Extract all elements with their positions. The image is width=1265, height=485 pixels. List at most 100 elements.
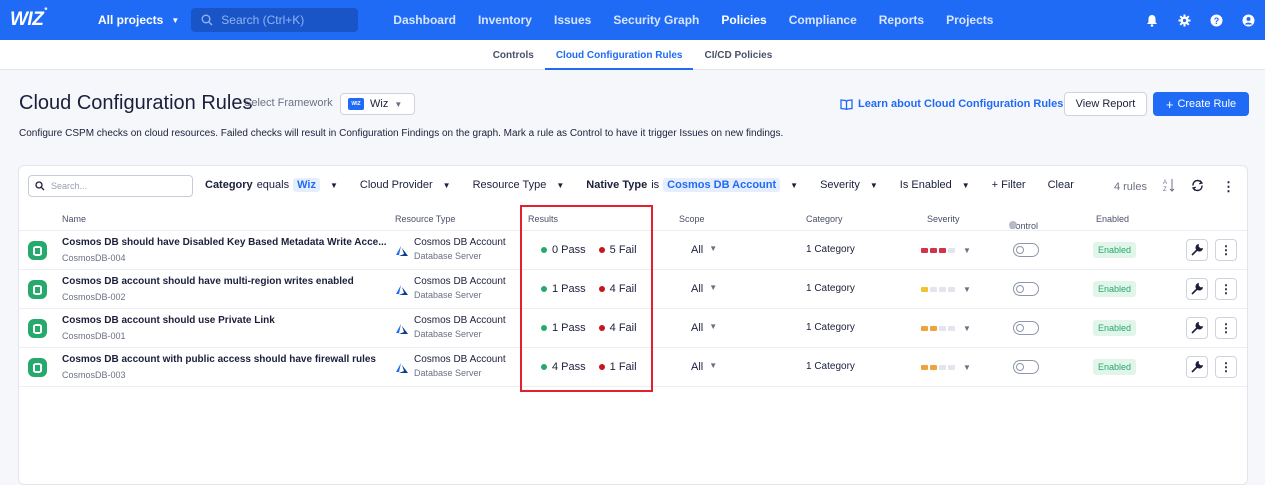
refresh-icon[interactable] [1191, 179, 1204, 195]
rule-name[interactable]: Cosmos DB account should use Private Lin… [62, 315, 275, 326]
info-icon [1009, 221, 1017, 229]
user-icon[interactable] [1241, 13, 1255, 27]
filter-bar: Search... Category equals Wiz ▼ Cloud Prov… [19, 166, 1247, 207]
add-filter-button[interactable]: + Filter [992, 179, 1048, 191]
project-label: All projects [98, 13, 164, 27]
chevron-down-icon: ▼ [394, 99, 403, 109]
search-placeholder: Search... [51, 181, 88, 191]
control-toggle[interactable] [1013, 282, 1039, 296]
nav-icons: ? [1145, 13, 1255, 27]
wrench-icon[interactable] [1186, 278, 1208, 300]
scope-dropdown[interactable]: All ▼ [691, 283, 717, 295]
wrench-icon[interactable] [1186, 239, 1208, 261]
bell-icon[interactable] [1145, 13, 1159, 27]
chevron-down-icon: ▼ [963, 246, 971, 255]
filter-category[interactable]: Category equals Wiz ▼ [205, 178, 360, 192]
tab-cicd-policies[interactable]: CI/CD Policies [693, 40, 783, 70]
severity-dropdown[interactable]: ▼ [921, 246, 971, 255]
filter-cloud-provider[interactable]: Cloud Provider ▼ [360, 179, 473, 191]
nav-compliance[interactable]: Compliance [778, 13, 868, 27]
filter-severity[interactable]: Severity ▼ [820, 179, 900, 191]
row-more-icon[interactable]: ⋮ [1215, 317, 1237, 339]
chevron-down-icon: ▼ [709, 283, 718, 292]
severity-dropdown[interactable]: ▼ [921, 324, 971, 333]
scope-dropdown[interactable]: All ▼ [691, 322, 717, 334]
row-more-icon[interactable]: ⋮ [1215, 356, 1237, 378]
col-resource-type[interactable]: Resource Type [395, 214, 455, 224]
scope-dropdown[interactable]: All ▼ [691, 361, 717, 373]
page-description: Configure CSPM checks on cloud resources… [19, 128, 784, 139]
create-rule-button[interactable]: + Create Rule [1153, 92, 1249, 116]
rule-name[interactable]: Cosmos DB account with public access sho… [62, 354, 376, 365]
database-icon [28, 358, 47, 377]
resource-type: Cosmos DB Account [414, 315, 506, 326]
subtabs: Controls Cloud Configuration Rules CI/CD… [0, 40, 1265, 70]
row-more-icon[interactable]: ⋮ [1215, 278, 1237, 300]
plus-icon: + [1165, 96, 1174, 112]
search-icon [201, 14, 213, 26]
chevron-down-icon: ▼ [963, 363, 971, 372]
project-selector[interactable]: All projects ▼ [98, 13, 179, 27]
nav-dashboard[interactable]: Dashboard [382, 13, 467, 27]
row-more-icon[interactable]: ⋮ [1215, 239, 1237, 261]
rule-id: CosmosDB-002 [62, 292, 126, 302]
sort-icon[interactable]: AZ [1163, 178, 1175, 195]
resource-type: Cosmos DB Account [414, 237, 506, 248]
nav-inventory[interactable]: Inventory [467, 13, 543, 27]
chevron-down-icon: ▼ [869, 180, 878, 190]
wrench-icon[interactable] [1186, 356, 1208, 378]
filter-is-enabled[interactable]: Is Enabled ▼ [900, 179, 992, 191]
severity-dropdown[interactable]: ▼ [921, 285, 971, 294]
rule-id: CosmosDB-004 [62, 253, 126, 263]
rules-count: 4 rules [1113, 180, 1147, 193]
global-search-input[interactable]: Search (Ctrl+K) [191, 8, 359, 32]
resource-subtype: Database Server [414, 329, 482, 339]
wiz-logo[interactable]: WIZ * [10, 6, 70, 31]
rule-name[interactable]: Cosmos DB should have Disabled Key Based… [62, 237, 387, 248]
chevron-down-icon: ▼ [963, 285, 971, 294]
nav-issues[interactable]: Issues [543, 13, 602, 27]
gear-icon[interactable] [1177, 13, 1191, 27]
col-enabled[interactable]: Enabled [1096, 214, 1129, 224]
scope-dropdown[interactable]: All ▼ [691, 244, 717, 256]
col-category[interactable]: Category [806, 214, 843, 224]
control-toggle[interactable] [1013, 243, 1039, 257]
category: 1 Category [806, 361, 855, 372]
nav-security-graph[interactable]: Security Graph [602, 13, 710, 27]
search-icon [35, 181, 45, 191]
enabled-badge: Enabled [1093, 359, 1137, 375]
col-name[interactable]: Name [62, 214, 86, 224]
create-rule-label: Create Rule [1177, 98, 1237, 110]
wrench-icon[interactable] [1186, 317, 1208, 339]
help-icon[interactable]: ? [1209, 13, 1223, 27]
tab-cloud-configuration-rules[interactable]: Cloud Configuration Rules [544, 40, 694, 70]
database-icon [28, 241, 47, 260]
severity-dropdown[interactable]: ▼ [921, 363, 971, 372]
category: 1 Category [806, 244, 855, 255]
filter-native-type[interactable]: Native Type is Cosmos DB Account ▼ [586, 178, 820, 192]
rule-id: CosmosDB-003 [62, 370, 126, 380]
framework-value: Wiz [370, 98, 389, 110]
top-navigation: WIZ * All projects ▼ Search (Ctrl+K) Dash… [0, 0, 1265, 40]
clear-filters-button[interactable]: Clear [1048, 179, 1096, 191]
more-options-icon[interactable]: ⋮ [1222, 179, 1235, 195]
nav-reports[interactable]: Reports [868, 13, 935, 27]
chevron-down-icon: ▼ [709, 244, 718, 253]
control-toggle[interactable] [1013, 321, 1039, 335]
framework-dropdown[interactable]: WIZ Wiz ▼ [340, 93, 415, 115]
page-header: Cloud Configuration Rules Select Framewo… [0, 70, 1265, 162]
rule-name[interactable]: Cosmos DB account should have multi-regi… [62, 276, 354, 287]
resource-subtype: Database Server [414, 290, 482, 300]
col-scope[interactable]: Scope [679, 214, 705, 224]
nav-policies[interactable]: Policies [710, 13, 777, 27]
tab-controls[interactable]: Controls [482, 40, 545, 70]
azure-icon [396, 285, 408, 295]
table-search-input[interactable]: Search... [28, 175, 193, 197]
control-toggle[interactable] [1013, 360, 1039, 374]
resource-subtype: Database Server [414, 368, 482, 378]
col-severity[interactable]: Severity [927, 214, 960, 224]
view-report-button[interactable]: View Report [1064, 92, 1147, 116]
learn-link[interactable]: Learn about Cloud Configuration Rules [840, 98, 1063, 110]
nav-projects[interactable]: Projects [935, 13, 1004, 27]
filter-resource-type[interactable]: Resource Type ▼ [473, 179, 587, 191]
